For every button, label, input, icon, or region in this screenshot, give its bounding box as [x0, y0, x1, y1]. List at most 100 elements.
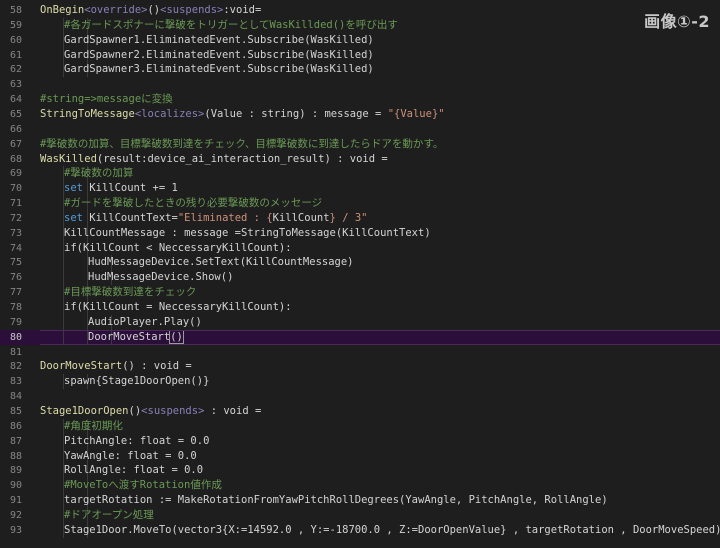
- code-token: KillCountMessage : message =StringToMess…: [64, 226, 431, 239]
- code-token: #撃破数の加算、目標撃破数到達をチェック、目標撃破数に到達したらドアを動かす。: [40, 137, 444, 150]
- line-number: 58: [9, 5, 22, 16]
- code-text: #MoveToへ渡すRotation値作成: [64, 478, 222, 493]
- code-text: DoorMoveStart() : void =: [40, 359, 192, 374]
- line-number: 84: [9, 391, 22, 403]
- code-line[interactable]: 61 GardSpawner2.EliminatedEvent.Subscribe…: [0, 47, 720, 63]
- code-token: :void=: [223, 4, 262, 16]
- line-number: 59: [9, 19, 22, 31]
- code-line[interactable]: 85 Stage1DoorOpen()<suspends> : void =: [0, 404, 720, 419]
- code-token: spawn{Stage1DoorOpen()}: [64, 375, 210, 388]
- code-token: (result:device_ai_interaction_result) : …: [96, 152, 388, 165]
- code-line[interactable]: 68 WasKilled(result:device_ai_interaction…: [0, 152, 720, 167]
- code-line[interactable]: 60 GardSpawner1.EliminatedEvent.Subscribe…: [0, 32, 720, 48]
- code-line[interactable]: 74 if(KillCount < NeccessaryKillCount):: [0, 240, 720, 256]
- code-line[interactable]: 81: [0, 345, 720, 360]
- code-token: } / 3": [329, 211, 368, 224]
- code-text: if(KillCount < NeccessaryKillCount):: [64, 241, 292, 256]
- code-token: HudMessageDevice.Show(): [88, 271, 234, 284]
- code-text: HudMessageDevice.SetText(KillCountMessag…: [88, 255, 354, 270]
- code-text: PitchAngle: float = 0.0: [64, 434, 209, 449]
- code-line[interactable]: 64 #string=>messageに変換: [0, 92, 720, 107]
- code-token: <override>: [84, 4, 148, 16]
- code-line[interactable]: 66: [0, 122, 720, 137]
- code-text: #撃破数の加算、目標撃破数到達をチェック、目標撃破数に到達したらドアを動かす。: [40, 137, 443, 152]
- code-token: #ドアオープン処理: [64, 508, 154, 521]
- line-number: 75: [9, 257, 22, 269]
- line-number: 60: [9, 34, 22, 46]
- code-line[interactable]: 80 DoorMoveStart(): [0, 329, 720, 345]
- code-line[interactable]: 89 RollAngle: float = 0.0: [0, 463, 720, 479]
- code-line[interactable]: 73 KillCountMessage : message =StringToMe…: [0, 225, 720, 241]
- code-token: GardSpawner1.EliminatedEvent.Subscribe(W…: [64, 33, 374, 46]
- code-token: #string=>messageに変換: [40, 93, 173, 106]
- code-line[interactable]: 92 #ドアオープン処理: [0, 507, 720, 523]
- code-token: KillCountText=: [89, 211, 178, 224]
- code-line[interactable]: 77 #目標撃破数到達をチェック: [0, 285, 720, 301]
- code-line[interactable]: 79 AudioPlayer.Play(): [0, 314, 720, 330]
- code-line[interactable]: 58 OnBegin<override>()<suspends>:void=: [0, 3, 720, 18]
- code-line[interactable]: 70 set KillCount += 1: [0, 181, 720, 197]
- code-line[interactable]: 87 PitchAngle: float = 0.0: [0, 433, 720, 449]
- code-text: Stage1DoorOpen()<suspends> : void =: [40, 404, 261, 419]
- code-line[interactable]: 59 #各ガードスポナーに撃破をトリガーとしてWasKillded()を呼び出す: [0, 17, 720, 33]
- code-line[interactable]: 82 DoorMoveStart() : void =: [0, 359, 720, 374]
- line-number: 61: [9, 49, 22, 61]
- code-line[interactable]: 91 targetRotation := MakeRotationFromYawP…: [0, 493, 720, 509]
- line-number: 81: [9, 346, 22, 358]
- code-text: GardSpawner3.EliminatedEvent.Subscribe(W…: [64, 62, 374, 77]
- indent-guide: [63, 314, 64, 330]
- line-number: 80: [9, 331, 22, 343]
- code-token: #MoveToへ渡すRotation値作成: [64, 479, 222, 492]
- code-line[interactable]: 90 #MoveToへ渡すRotation値作成: [0, 478, 720, 494]
- code-token: OnBegin: [40, 4, 85, 16]
- code-token: <suspends>: [141, 404, 205, 417]
- code-text: HudMessageDevice.Show(): [88, 270, 233, 285]
- code-text: Stage1Door.MoveTo(vector3{X:=14592.0 , Y…: [64, 523, 720, 538]
- code-text: YawAngle: float = 0.0: [64, 449, 197, 464]
- code-text: set KillCountText="Eliminated : {KillCou…: [64, 211, 367, 226]
- code-line[interactable]: 78 if(KillCount = NeccessaryKillCount):: [0, 300, 720, 315]
- code-line[interactable]: 72 set KillCountText="Eliminated : {KillC…: [0, 210, 720, 226]
- code-line[interactable]: 88 YawAngle: float = 0.0: [0, 448, 720, 464]
- text-cursor: (): [169, 329, 184, 344]
- code-line[interactable]: 86 #角度初期化: [0, 418, 720, 434]
- code-token: HudMessageDevice.SetText(KillCountMessag…: [88, 256, 354, 269]
- line-number: 89: [9, 465, 22, 477]
- code-token: "Eliminated : {: [177, 211, 273, 224]
- code-line[interactable]: 69 #撃破数の加算: [0, 166, 720, 182]
- code-token: #角度初期化: [64, 419, 123, 432]
- code-line[interactable]: 84: [0, 389, 720, 404]
- code-text: #撃破数の加算: [64, 166, 133, 181]
- code-line[interactable]: 83 spawn{Stage1DoorOpen()}: [0, 374, 720, 390]
- code-line[interactable]: 71 #ガードを撃破したときの残り必要撃破数のメッセージ: [0, 196, 720, 212]
- code-line[interactable]: 63: [0, 77, 720, 92]
- code-token: #各ガードスポナーに撃破をトリガーとしてWasKillded()を呼び出す: [64, 18, 398, 31]
- code-token: RollAngle: float = 0.0: [64, 464, 204, 477]
- code-text: GardSpawner1.EliminatedEvent.Subscribe(W…: [64, 33, 374, 48]
- line-number: 87: [9, 435, 22, 447]
- code-line[interactable]: 65 StringToMessage<localizes>(Value : str…: [0, 107, 720, 122]
- code-token: Stage1Door.MoveTo(vector3{X:=14592.0 , Y…: [64, 523, 720, 536]
- line-number: 64: [9, 94, 22, 106]
- code-text: #角度初期化: [64, 419, 123, 434]
- code-text: OnBegin<override>()<suspends>:void=: [40, 3, 261, 18]
- code-token: (): [147, 4, 161, 16]
- code-token: AudioPlayer.Play(): [88, 315, 202, 328]
- code-text: set KillCount += 1: [64, 181, 178, 196]
- line-number: 91: [9, 495, 22, 507]
- line-number: 77: [9, 287, 22, 299]
- line-number: 68: [9, 153, 22, 165]
- indent-guide: [63, 270, 64, 286]
- code-editor[interactable]: 画像①-2 58 OnBegin<override>()<suspends>:vo…: [0, 0, 720, 548]
- line-number: 73: [9, 227, 22, 239]
- code-line[interactable]: 62 GardSpawner3.EliminatedEvent.Subscribe…: [0, 62, 720, 78]
- code-line[interactable]: 76 HudMessageDevice.Show(): [0, 270, 720, 286]
- code-line[interactable]: 75 HudMessageDevice.SetText(KillCountMess…: [0, 255, 720, 271]
- code-token: () : void =: [122, 360, 192, 373]
- line-number: 86: [9, 420, 22, 432]
- code-line[interactable]: 93 Stage1Door.MoveTo(vector3{X:=14592.0 ,…: [0, 522, 720, 538]
- code-line[interactable]: 67 #撃破数の加算、目標撃破数到達をチェック、目標撃破数に到達したらドアを動かす…: [0, 137, 720, 152]
- code-token: if(KillCount < NeccessaryKillCount):: [64, 241, 292, 254]
- code-token: (): [128, 404, 142, 417]
- code-token: #ガードを撃破したときの残り必要撃破数のメッセージ: [64, 197, 323, 210]
